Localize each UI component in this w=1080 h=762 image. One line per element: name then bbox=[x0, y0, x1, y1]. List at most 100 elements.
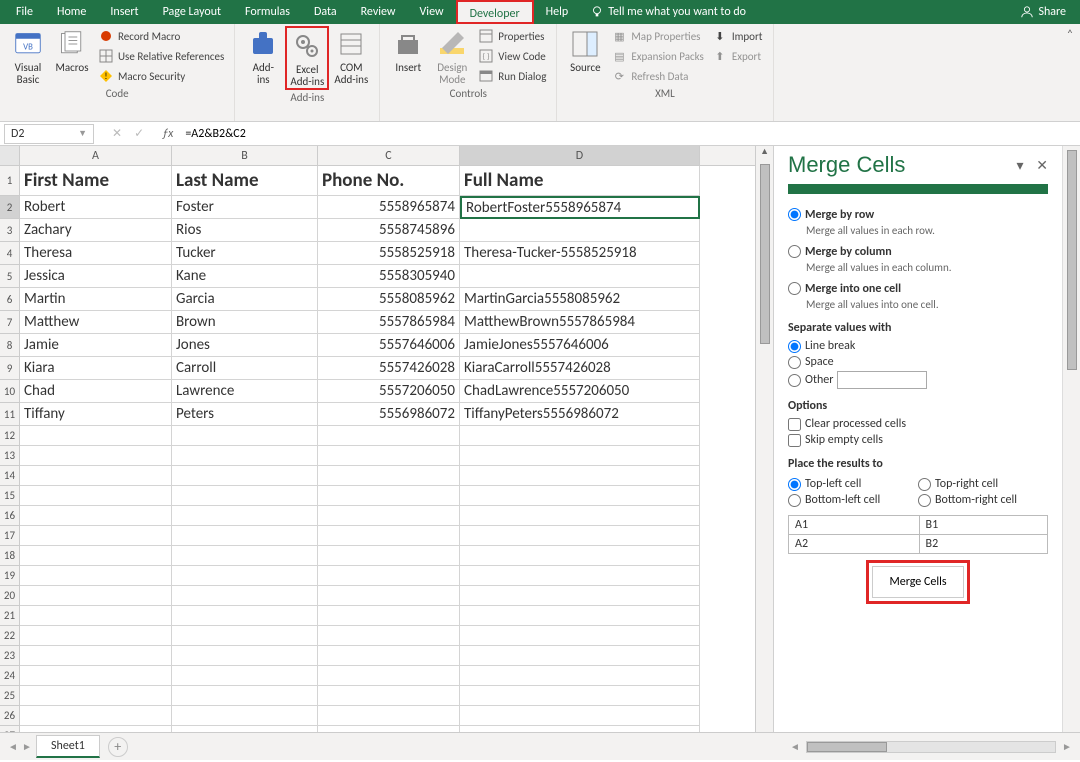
merge-by-row-radio[interactable]: Merge by row bbox=[788, 208, 1048, 222]
cell[interactable]: Chad bbox=[20, 380, 172, 403]
col-header-b[interactable]: B bbox=[172, 146, 318, 165]
tab-insert[interactable]: Insert bbox=[98, 0, 150, 24]
row-header[interactable]: 5 bbox=[0, 265, 20, 288]
macro-security-button[interactable]: !Macro Security bbox=[94, 66, 228, 86]
cell[interactable] bbox=[318, 546, 460, 566]
tab-home[interactable]: Home bbox=[45, 0, 98, 24]
scroll-thumb[interactable] bbox=[760, 164, 770, 344]
range-cell[interactable]: B1 bbox=[919, 516, 1047, 535]
cell[interactable] bbox=[318, 626, 460, 646]
cell[interactable]: Garcia bbox=[172, 288, 318, 311]
hscroll-left-icon[interactable]: ◄ bbox=[788, 740, 802, 753]
col-header-d[interactable]: D bbox=[460, 146, 700, 165]
cell[interactable] bbox=[172, 506, 318, 526]
row-header[interactable]: 8 bbox=[0, 334, 20, 357]
pane-vertical-scrollbar[interactable] bbox=[1062, 146, 1080, 732]
cell[interactable]: RobertFoster5558965874 bbox=[460, 196, 700, 219]
cell[interactable]: 5557865984 bbox=[318, 311, 460, 334]
cell[interactable] bbox=[172, 606, 318, 626]
row-header[interactable]: 26 bbox=[0, 706, 20, 726]
pane-scroll-thumb[interactable] bbox=[1067, 150, 1077, 370]
use-relative-references-button[interactable]: Use Relative References bbox=[94, 46, 228, 66]
cell[interactable] bbox=[460, 466, 700, 486]
chevron-down-icon[interactable]: ▼ bbox=[78, 128, 87, 139]
cell[interactable]: Kane bbox=[172, 265, 318, 288]
cell[interactable] bbox=[318, 486, 460, 506]
row-header[interactable]: 7 bbox=[0, 311, 20, 334]
place-bottom-right-radio[interactable]: Bottom-right cell bbox=[918, 493, 1048, 507]
cell[interactable]: Peters bbox=[172, 403, 318, 426]
cell[interactable] bbox=[20, 466, 172, 486]
row-header[interactable]: 16 bbox=[0, 506, 20, 526]
cell[interactable]: Theresa-Tucker-5558525918 bbox=[460, 242, 700, 265]
cell[interactable]: Brown bbox=[172, 311, 318, 334]
visual-basic-button[interactable]: VB Visual Basic bbox=[6, 26, 50, 86]
cell[interactable] bbox=[318, 666, 460, 686]
cell[interactable] bbox=[460, 686, 700, 706]
tab-formulas[interactable]: Formulas bbox=[233, 0, 302, 24]
excel-addins-button[interactable]: Excel Add-ins bbox=[285, 26, 329, 90]
row-header[interactable]: 13 bbox=[0, 446, 20, 466]
tell-me[interactable]: Tell me what you want to do bbox=[580, 5, 756, 19]
cell[interactable] bbox=[460, 546, 700, 566]
cell[interactable]: Robert bbox=[20, 196, 172, 219]
cell[interactable] bbox=[318, 646, 460, 666]
map-properties-button[interactable]: ▦Map Properties bbox=[607, 26, 707, 46]
sep-line-break-radio[interactable]: Line break bbox=[788, 339, 1048, 353]
row-header[interactable]: 15 bbox=[0, 486, 20, 506]
row-header[interactable]: 21 bbox=[0, 606, 20, 626]
cell[interactable] bbox=[20, 446, 172, 466]
cell[interactable] bbox=[172, 566, 318, 586]
design-mode-button[interactable]: Design Mode bbox=[430, 26, 474, 86]
scroll-up-icon[interactable]: ▲ bbox=[756, 146, 773, 162]
row-header[interactable]: 14 bbox=[0, 466, 20, 486]
row-header[interactable]: 24 bbox=[0, 666, 20, 686]
cell[interactable]: Theresa bbox=[20, 242, 172, 265]
cell[interactable] bbox=[318, 586, 460, 606]
cell[interactable]: Phone No. bbox=[318, 166, 460, 196]
cell[interactable] bbox=[20, 666, 172, 686]
cell[interactable] bbox=[460, 265, 700, 288]
cell[interactable] bbox=[318, 726, 460, 732]
cell[interactable]: KiaraCarroll5557426028 bbox=[460, 357, 700, 380]
cell[interactable]: 5558525918 bbox=[318, 242, 460, 265]
cell[interactable]: TiffanyPeters5556986072 bbox=[460, 403, 700, 426]
cell[interactable] bbox=[172, 486, 318, 506]
tab-data[interactable]: Data bbox=[302, 0, 349, 24]
row-header[interactable]: 6 bbox=[0, 288, 20, 311]
place-top-left-radio[interactable]: Top-left cell bbox=[788, 477, 918, 491]
cell[interactable]: Jones bbox=[172, 334, 318, 357]
cell[interactable] bbox=[318, 466, 460, 486]
cell[interactable] bbox=[318, 686, 460, 706]
row-header[interactable]: 10 bbox=[0, 380, 20, 403]
cell[interactable] bbox=[172, 686, 318, 706]
sep-other-radio[interactable]: Other bbox=[788, 371, 1048, 389]
cell[interactable]: Carroll bbox=[172, 357, 318, 380]
cell[interactable]: JamieJones5557646006 bbox=[460, 334, 700, 357]
properties-button[interactable]: Properties bbox=[474, 26, 550, 46]
cell[interactable] bbox=[172, 666, 318, 686]
row-header[interactable]: 11 bbox=[0, 403, 20, 426]
cell[interactable] bbox=[460, 566, 700, 586]
cell[interactable] bbox=[172, 526, 318, 546]
sheet-nav-next-icon[interactable]: ► bbox=[20, 740, 34, 753]
cell[interactable] bbox=[318, 526, 460, 546]
share-button[interactable]: Share bbox=[1010, 5, 1076, 19]
row-header[interactable]: 3 bbox=[0, 219, 20, 242]
row-header[interactable]: 20 bbox=[0, 586, 20, 606]
merge-by-column-radio[interactable]: Merge by column bbox=[788, 245, 1048, 259]
cell[interactable]: Foster bbox=[172, 196, 318, 219]
tab-view[interactable]: View bbox=[408, 0, 456, 24]
cell[interactable] bbox=[318, 566, 460, 586]
clear-processed-checkbox[interactable]: Clear processed cells bbox=[788, 417, 1048, 431]
cell[interactable] bbox=[20, 726, 172, 732]
skip-empty-checkbox[interactable]: Skip empty cells bbox=[788, 433, 1048, 447]
cell[interactable] bbox=[318, 506, 460, 526]
col-header-c[interactable]: C bbox=[318, 146, 460, 165]
cell[interactable] bbox=[460, 726, 700, 732]
cell[interactable] bbox=[172, 546, 318, 566]
cell[interactable] bbox=[172, 646, 318, 666]
sep-other-input[interactable] bbox=[837, 371, 927, 389]
sheet-tab-sheet1[interactable]: Sheet1 bbox=[36, 735, 100, 758]
cell[interactable]: 5557426028 bbox=[318, 357, 460, 380]
